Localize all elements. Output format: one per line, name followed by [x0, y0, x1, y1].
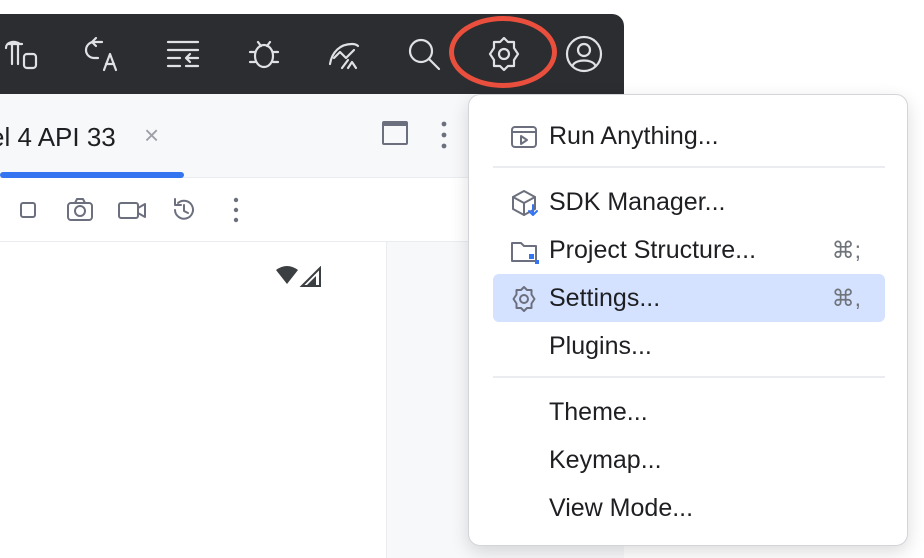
format-icon[interactable]	[162, 32, 206, 76]
menu-item-label: View Mode...	[549, 493, 694, 522]
menu-item-label: Theme...	[549, 397, 648, 426]
menu-item-label: SDK Manager...	[549, 187, 726, 216]
translate-icon[interactable]	[82, 32, 126, 76]
more-icon[interactable]	[220, 194, 252, 226]
menu-item-settings[interactable]: Settings... ⌘,	[493, 274, 885, 322]
project-structure-icon	[509, 236, 539, 266]
menu-item-keymap[interactable]: Keymap...	[493, 436, 885, 484]
video-icon[interactable]	[116, 194, 148, 226]
window-icon[interactable]	[382, 121, 408, 145]
menu-separator	[493, 376, 885, 378]
rotate-icon[interactable]	[168, 194, 200, 226]
signal-status-icon	[276, 266, 321, 287]
device-tab-label[interactable]: el 4 API 33	[0, 122, 116, 153]
profiler-icon[interactable]	[322, 32, 366, 76]
menu-item-label: Project Structure...	[549, 235, 757, 264]
menu-item-shortcut: ⌘;	[831, 236, 861, 263]
menu-item-shortcut: ⌘,	[831, 284, 861, 311]
run-anything-icon	[509, 122, 539, 152]
settings-gear-icon	[509, 284, 539, 314]
build-icon[interactable]	[0, 32, 44, 76]
stop-icon[interactable]	[12, 194, 44, 226]
menu-item-label: Run Anything...	[549, 121, 719, 150]
menu-item-plugins[interactable]: Plugins...	[493, 322, 885, 370]
menu-item-label: Keymap...	[549, 445, 662, 474]
menu-item-project-structure[interactable]: Project Structure... ⌘;	[493, 226, 885, 274]
menu-item-sdk-manager[interactable]: SDK Manager...	[493, 178, 885, 226]
menu-item-view-mode[interactable]: View Mode...	[493, 484, 885, 532]
account-icon[interactable]	[562, 32, 606, 76]
emulator-screen[interactable]	[0, 242, 386, 558]
camera-icon[interactable]	[64, 194, 96, 226]
sdk-manager-icon	[509, 188, 539, 218]
menu-item-label: Plugins...	[549, 331, 652, 360]
menu-item-run-anything[interactable]: Run Anything...	[493, 112, 885, 160]
settings-dropdown-menu: Run Anything... SDK Manager... Project S…	[468, 94, 908, 546]
menu-item-label: Settings...	[549, 283, 661, 312]
menu-separator	[493, 166, 885, 168]
search-icon[interactable]	[402, 32, 446, 76]
more-icon[interactable]	[438, 120, 450, 150]
debug-icon[interactable]	[242, 32, 286, 76]
highlight-circle	[449, 16, 557, 88]
menu-item-theme[interactable]: Theme...	[493, 388, 885, 436]
close-icon[interactable]: ×	[144, 120, 159, 151]
